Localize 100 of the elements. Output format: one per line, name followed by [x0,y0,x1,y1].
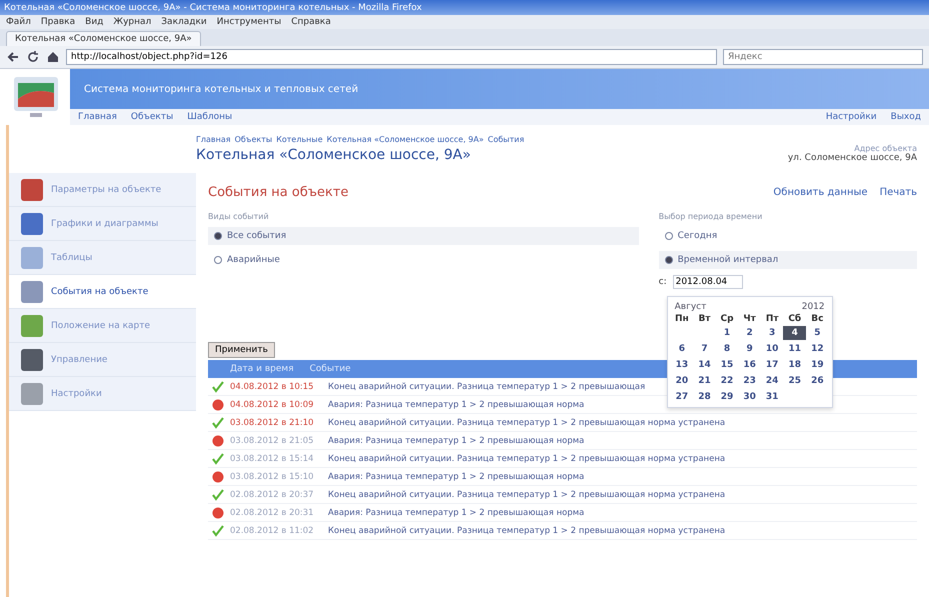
breadcrumb-link[interactable]: Главная [196,135,231,144]
address-caption: Адрес объекта [854,144,917,153]
home-icon[interactable] [46,50,60,64]
event-text: Авария: Разница температур 1 > 2 превышающая норма [328,508,584,518]
calendar-day[interactable]: 14 [693,358,716,372]
check-icon [212,380,224,392]
weekday-label: Чт [742,314,757,324]
nav-link[interactable]: Объекты [130,112,174,122]
calendar-month[interactable]: Август [674,302,706,312]
weekday-label: Вс [810,314,824,324]
radio-option[interactable]: Временной интервал [658,251,917,269]
calendar-day[interactable]: 10 [760,342,784,356]
weekday-label: Пт [764,314,780,324]
calendar-day[interactable]: 18 [783,358,806,372]
event-time: 03.08.2012 в 21:05 [230,436,315,446]
calendar-day[interactable]: 20 [670,374,694,388]
reload-icon[interactable] [26,50,40,64]
action-link[interactable]: Обновить данные [773,187,868,198]
search-field[interactable]: Яндекс [723,49,923,65]
event-text: Конец аварийной ситуации. Разница температур 1 > 2 превышающая норма устранена [328,454,726,464]
page-title: Котельная «Соломенское шоссе, 9А» [196,147,471,163]
sidebar-label: Параметры на объекте [51,184,162,194]
menu-item[interactable]: Инструменты [216,17,282,27]
menu-item[interactable]: Журнал [113,17,152,27]
column-header: Событие [310,364,351,374]
calendar-day[interactable]: 17 [760,358,784,372]
event-time: 04.08.2012 в 10:09 [230,400,315,410]
nav-link[interactable]: Главная [78,112,117,122]
date-label: с: [658,277,667,287]
calendar-day[interactable]: 9 [738,342,761,356]
alarm-icon [212,506,224,518]
menu-item[interactable]: Вид [85,17,104,27]
calendar-day[interactable]: 25 [783,374,806,388]
address-field[interactable]: http://localhost/object.php?id=126 [66,49,717,65]
calendar-day[interactable]: 23 [738,374,761,388]
user-link[interactable]: Выход [890,112,921,122]
calendar-day[interactable]: 12 [806,342,829,356]
alarm-icon [212,434,224,446]
weekday-label: Пн [674,314,690,324]
calendar-day[interactable]: 30 [738,390,761,404]
breadcrumb-link[interactable]: Котельные [276,135,323,144]
calendar-day[interactable]: 31 [760,390,784,404]
breadcrumb-link[interactable]: События [488,135,524,144]
calendar-day[interactable]: 27 [670,390,694,404]
calendar-day[interactable]: 26 [806,374,829,388]
menu-item[interactable]: Справка [291,17,331,27]
sidebar-label: Графики и диаграммы [51,218,158,228]
calendar-day[interactable]: 6 [670,342,694,356]
menu-item[interactable]: Закладки [161,17,207,27]
calendar-day[interactable]: 3 [760,326,784,340]
event-time: 03.08.2012 в 21:10 [230,418,315,428]
alarm-icon [212,470,224,482]
calendar-day[interactable]: 5 [806,326,829,340]
radio-option[interactable]: Аварийные [208,251,639,269]
calendar-day[interactable]: 29 [716,390,738,404]
apply-button[interactable]: Применить [208,342,275,358]
event-text: Конец аварийной ситуации. Разница температур 1 > 2 превышающая [328,382,646,392]
radio-option[interactable]: Все события [208,227,639,245]
alarm-icon [212,398,224,410]
calendar-day[interactable]: 8 [716,342,738,356]
calendar-day[interactable]: 22 [716,374,738,388]
menu-item[interactable]: Правка [40,17,76,27]
menu-item[interactable]: Файл [6,17,31,27]
calendar-day[interactable]: 7 [693,342,716,356]
calendar-day[interactable]: 28 [693,390,716,404]
event-text: Авария: Разница температур 1 > 2 превышающая норма [328,436,584,446]
calendar-day[interactable]: 19 [806,358,829,372]
event-time: 02.08.2012 в 11:02 [230,526,315,536]
check-icon [212,488,224,500]
event-time: 03.08.2012 в 15:14 [230,454,315,464]
calendar-day[interactable]: 2 [738,326,761,340]
browser-tab[interactable]: Котельная «Соломенское шоссе, 9А» [6,31,201,46]
calendar-day[interactable]: 11 [783,342,806,356]
event-text: Конец аварийной ситуации. Разница температур 1 > 2 превышающая норма устранена [328,526,726,536]
calendar-day[interactable]: 24 [760,374,784,388]
radio-option[interactable]: Сегодня [658,227,917,245]
action-link[interactable]: Печать [880,187,917,198]
weekday-label: Вт [697,314,712,324]
check-icon [212,416,224,428]
calendar-day[interactable]: 21 [693,374,716,388]
back-icon[interactable] [6,50,20,64]
calendar-year[interactable]: 2012 [802,302,825,312]
calendar-day[interactable]: 1 [716,326,738,340]
calendar-day[interactable]: 4 [783,326,806,340]
calendar-day[interactable]: 15 [716,358,738,372]
calendar-day[interactable]: 13 [670,358,694,372]
column-header: Дата и время [230,364,294,374]
breadcrumb-link[interactable]: Объекты [234,135,272,144]
nav-link[interactable]: Шаблоны [187,112,232,122]
breadcrumb-link[interactable]: Котельная «Соломенское шоссе, 9А» [326,135,484,144]
event-time: 02.08.2012 в 20:31 [230,508,315,518]
calendar-day[interactable]: 16 [738,358,761,372]
sidebar-label: Таблицы [51,252,92,262]
site-title: Система мониторинга котельных и тепловых сетей [84,84,358,94]
sidebar-label: Настройки [51,388,102,398]
sidebar-label: Положение на карте [51,320,150,330]
date-field[interactable]: 2012.08.04 [672,275,743,289]
window-title: Котельная «Соломенское шоссе, 9А» - Система мониторинга котельных - Mozilla Firefox [4,2,422,12]
user-link[interactable]: Настройки [826,112,877,122]
filter-label: Виды событий [208,212,270,221]
